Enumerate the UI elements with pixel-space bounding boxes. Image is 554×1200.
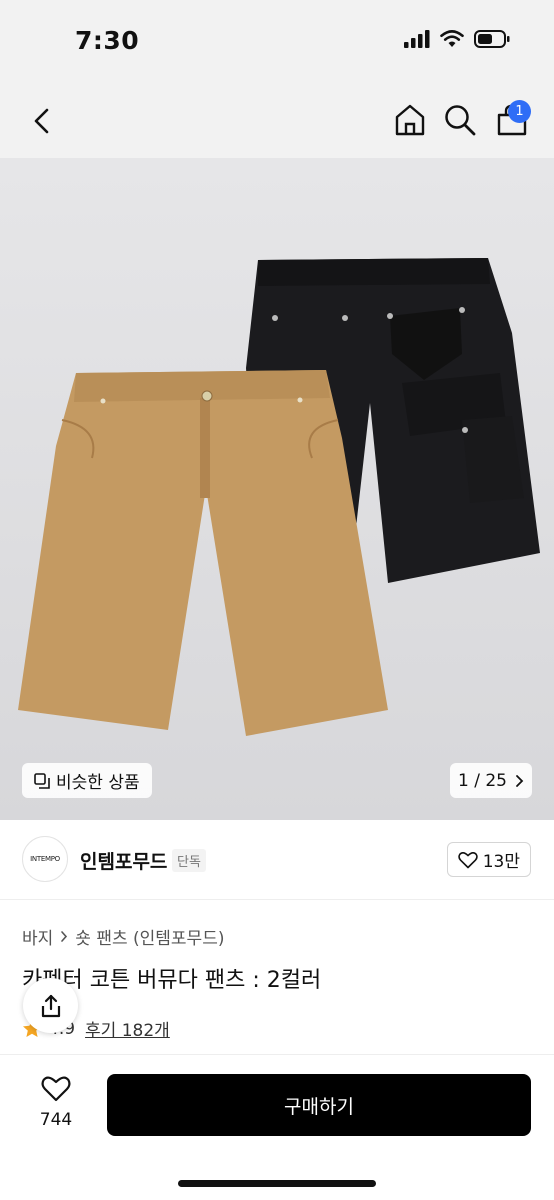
bottom-purchase-bar: 744 구매하기 — [0, 1054, 554, 1200]
buy-button[interactable]: 구매하기 — [107, 1074, 531, 1136]
similar-products-label: 비슷한 상품 — [56, 773, 140, 793]
status-icons — [404, 30, 510, 48]
brand-row[interactable]: INTEMPO 인템포무드 단독 13만 — [0, 820, 554, 900]
breadcrumb: 바지 숏 팬츠 (인템포무드) — [22, 924, 224, 949]
exclusive-badge: 단독 — [172, 849, 206, 872]
brand-name[interactable]: 인템포무드 — [80, 847, 167, 874]
cart-count-badge: 1 — [508, 100, 531, 123]
review-link[interactable]: 후기 182개 — [85, 1016, 170, 1041]
similar-products-button[interactable]: 비슷한 상품 — [22, 763, 152, 798]
brand-logo[interactable]: INTEMPO — [22, 836, 68, 882]
chevron-right-icon — [516, 774, 524, 787]
wishlist-button[interactable]: 744 — [30, 1075, 82, 1130]
nav-bar — [0, 84, 554, 158]
brand-like-button[interactable]: 13만 — [446, 842, 531, 877]
status-time: 7:30 — [75, 26, 140, 55]
home-indicator — [178, 1180, 376, 1187]
back-arrow-icon[interactable] — [28, 106, 58, 136]
status-bar: 7:30 — [0, 0, 554, 84]
share-icon — [41, 994, 60, 1017]
home-icon[interactable] — [393, 103, 427, 137]
tan-shorts-illustration — [18, 370, 388, 736]
share-button[interactable] — [23, 978, 78, 1033]
image-page-counter[interactable]: 1 / 25 — [450, 763, 532, 798]
product-image[interactable] — [0, 158, 554, 820]
product-photo — [18, 258, 540, 736]
heart-icon — [41, 1076, 71, 1102]
wishlist-count: 744 — [39, 1110, 73, 1130]
copy-icon — [34, 772, 50, 789]
breadcrumb-item[interactable]: 숏 팬츠 (인템포무드) — [75, 924, 224, 949]
battery-icon — [474, 30, 510, 48]
chevron-right-icon — [61, 931, 68, 942]
search-icon[interactable] — [443, 103, 477, 137]
breadcrumb-item[interactable]: 바지 — [22, 924, 53, 949]
wifi-icon — [440, 30, 464, 47]
heart-icon — [457, 851, 478, 868]
signal-icon — [404, 30, 430, 48]
page-counter-text: 1 / 25 — [458, 770, 507, 791]
brand-like-count: 13만 — [482, 852, 520, 872]
